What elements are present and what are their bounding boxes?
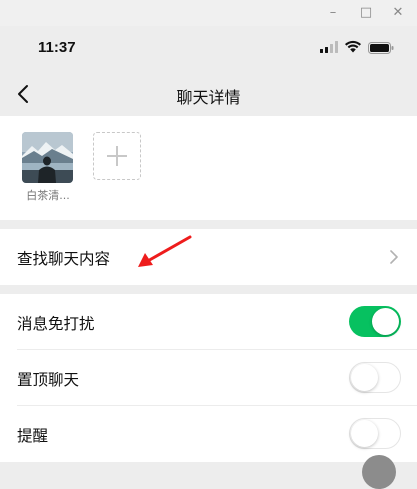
window-title-bar: – □ ✕	[0, 0, 417, 26]
pin-chat-row: 置顶聊天	[0, 350, 417, 406]
remind-toggle[interactable]	[349, 418, 401, 449]
navigation-bar: 聊天详情	[0, 74, 417, 116]
pin-chat-label: 置顶聊天	[17, 371, 80, 389]
wifi-icon	[345, 40, 361, 53]
chevron-right-icon	[390, 250, 398, 264]
mute-notifications-row: 消息免打扰	[0, 294, 417, 350]
remind-row: 提醒	[0, 406, 417, 462]
close-button[interactable]: ✕	[389, 4, 407, 22]
cellular-signal-icon	[320, 41, 338, 53]
mute-notifications-toggle[interactable]	[349, 306, 401, 337]
scroll-handle[interactable]	[362, 455, 396, 489]
mute-notifications-label: 消息免打扰	[17, 315, 95, 333]
pin-chat-toggle[interactable]	[349, 362, 401, 393]
battery-icon	[368, 42, 394, 54]
search-chat-label: 查找聊天内容	[17, 250, 111, 268]
landscape-avatar	[22, 132, 73, 183]
member-avatar[interactable]	[22, 132, 73, 183]
remind-label: 提醒	[17, 427, 49, 445]
members-section: 白茶清...	[0, 116, 417, 220]
add-member-button[interactable]	[93, 132, 141, 180]
member-name: 白茶清...	[26, 189, 70, 202]
page-title: 聊天详情	[176, 88, 241, 107]
annotation-arrow-icon	[138, 235, 192, 267]
status-time: 11:37	[38, 39, 76, 56]
status-bar: 11:37	[0, 26, 417, 74]
minimize-button[interactable]: –	[324, 4, 342, 22]
search-chat-row[interactable]: 查找聊天内容	[0, 229, 417, 285]
maximize-button[interactable]: □	[357, 4, 375, 22]
